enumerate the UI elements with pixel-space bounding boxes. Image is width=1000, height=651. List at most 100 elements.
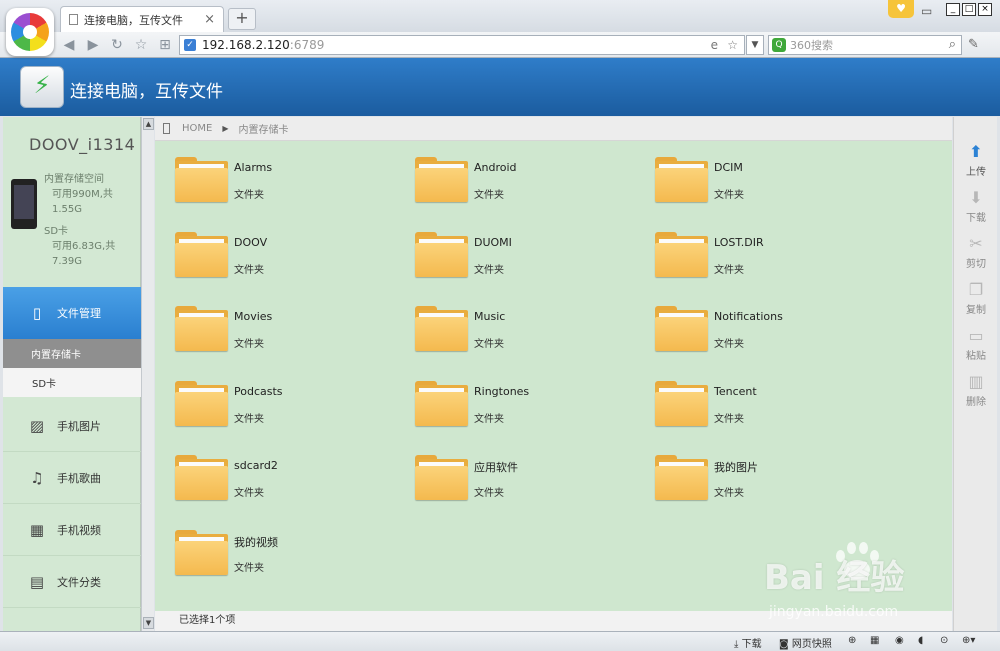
folder-name[interactable]: Music	[474, 310, 505, 323]
scroll-down-icon[interactable]: ▼	[143, 617, 154, 629]
tab-title: 连接电脑，互传文件	[84, 13, 183, 27]
upload-button[interactable]: ⬆ 上传	[954, 141, 998, 178]
folder-item[interactable]: 应用软件 文件夹	[395, 439, 615, 500]
download-button[interactable]: ⬇ 下载	[954, 187, 998, 224]
device-name: DOOV_i1314	[29, 135, 136, 154]
folder-name[interactable]: Podcasts	[234, 385, 283, 398]
folder-icon-front	[175, 392, 228, 426]
nav-file-manager[interactable]: ▯ 文件管理	[3, 287, 141, 339]
app-title: 连接电脑，互传文件	[70, 82, 223, 102]
browser-logo[interactable]	[6, 8, 54, 56]
folder-name[interactable]: DOOV	[234, 236, 267, 249]
tools-icon[interactable]: ✎	[968, 37, 979, 52]
browser-statusbar: ⤓ 下载 ◙ 网页快照 ⊕ ▦ ◉ ◖ ⊙ ⊕▾	[0, 631, 1000, 651]
zoom-icon[interactable]: ⊕▾	[962, 635, 975, 646]
music-note-icon: ♫	[30, 468, 44, 487]
sd-storage-label: SD卡	[44, 226, 69, 237]
folder-item[interactable]: DUOMI 文件夹	[395, 216, 615, 277]
address-dropdown-icon[interactable]: ▼	[746, 35, 764, 55]
minimize-icon[interactable]: _	[946, 3, 960, 16]
back-icon[interactable]: ◀	[60, 36, 78, 54]
folder-type: 文件夹	[474, 265, 504, 276]
copy-button[interactable]: ❐ 复制	[954, 279, 998, 316]
tab-close-icon[interactable]: ×	[204, 12, 215, 27]
browser-logo-icon	[11, 13, 49, 51]
folder-item[interactable]: sdcard2 文件夹	[155, 439, 375, 500]
paste-icon: ▭	[968, 326, 984, 345]
folder-item[interactable]: Podcasts 文件夹	[155, 365, 375, 426]
folder-name[interactable]: DCIM	[714, 161, 743, 174]
folder-item[interactable]: 我的图片 文件夹	[635, 439, 855, 500]
folder-item[interactable]: Music 文件夹	[395, 290, 615, 351]
accelerate-icon[interactable]: ⊕	[848, 635, 856, 646]
folder-icon-front	[655, 243, 708, 277]
close-window-icon[interactable]: ×	[978, 3, 992, 16]
favorite-icon[interactable]: ☆	[132, 36, 150, 54]
folder-name[interactable]: Notifications	[714, 310, 783, 323]
folder-item[interactable]: Movies 文件夹	[155, 290, 375, 351]
archive-box-icon: ▤	[29, 572, 45, 591]
delete-button[interactable]: ▥ 删除	[954, 371, 998, 408]
search-icon[interactable]: ⌕	[949, 37, 956, 52]
folder-icon-front	[415, 466, 468, 500]
security-icon[interactable]: ◉	[895, 635, 904, 646]
folder-name[interactable]: 应用软件	[474, 459, 518, 475]
statusbar-snapshot[interactable]: ◙ 网页快照	[779, 635, 832, 650]
folder-item[interactable]: 我的视频 文件夹	[155, 514, 375, 575]
nav-category[interactable]: ▤ 文件分类	[3, 556, 141, 608]
cut-button[interactable]: ✂ 剪切	[954, 233, 998, 270]
folder-item[interactable]: Ringtones 文件夹	[395, 365, 615, 426]
folder-item[interactable]: Android 文件夹	[395, 141, 615, 202]
maximize-icon[interactable]: □	[962, 3, 976, 16]
ie-mode-icon[interactable]: e	[711, 38, 718, 52]
watermark-brand: Bai 经验	[764, 558, 905, 598]
folder-type: 文件夹	[714, 339, 744, 350]
folder-name[interactable]: Ringtones	[474, 385, 529, 398]
statusbar-download[interactable]: ⤓ 下载	[734, 635, 762, 650]
folder-name[interactable]: 我的视频	[234, 534, 278, 550]
scroll-up-icon[interactable]: ▲	[143, 118, 154, 130]
skin-icon[interactable]: ♥	[888, 0, 914, 18]
folder-name[interactable]: Movies	[234, 310, 272, 323]
internal-storage-total: 1.55G	[52, 204, 83, 215]
sidebar-scrollbar[interactable]: ▲ ▼	[141, 117, 154, 631]
nav-music[interactable]: ♫ 手机歌曲	[3, 452, 141, 504]
address-bar[interactable]: ✓ 192.168.2.120 :6789 e ☆	[179, 35, 745, 55]
nav-sd-card[interactable]: SD卡	[3, 368, 141, 397]
internal-storage-info: 内置存储空间 可用990M,共 1.55G	[44, 172, 136, 217]
folder-name[interactable]: Tencent	[714, 385, 757, 398]
browser-titlebar: 连接电脑，互传文件 × + ♥ ▭ _ □ ×	[0, 0, 1000, 32]
folder-item[interactable]: Notifications 文件夹	[635, 290, 855, 351]
nav-internal-storage[interactable]: 内置存储卡	[3, 339, 141, 368]
address-host: 192.168.2.120	[202, 38, 290, 52]
folder-name[interactable]: 我的图片	[714, 459, 758, 475]
folder-item[interactable]: DCIM 文件夹	[635, 141, 855, 202]
breadcrumb-current[interactable]: 内置存储卡	[239, 121, 289, 136]
search-input[interactable]: Q 360搜索 ⌕	[768, 35, 962, 55]
folder-name[interactable]: sdcard2	[234, 459, 278, 472]
folder-item[interactable]: LOST.DIR 文件夹	[635, 216, 855, 277]
bookmark-star-icon[interactable]: ☆	[727, 38, 738, 52]
nav-photos[interactable]: ▨ 手机图片	[3, 400, 141, 452]
breadcrumb: HOME ▶ 内置存储卡	[155, 117, 952, 141]
breadcrumb-home[interactable]: HOME	[182, 123, 212, 134]
browser-tab[interactable]: 连接电脑，互传文件 ×	[60, 6, 224, 32]
refresh-icon[interactable]: ↻	[108, 36, 126, 54]
folder-item[interactable]: Alarms 文件夹	[155, 141, 375, 202]
folder-name[interactable]: LOST.DIR	[714, 236, 764, 249]
folder-name[interactable]: DUOMI	[474, 236, 512, 249]
film-icon: ▦	[29, 520, 45, 539]
forward-icon[interactable]: ▶	[84, 36, 102, 54]
zoom-reset-icon[interactable]: ⊙	[940, 635, 948, 646]
new-tab-button[interactable]: +	[228, 8, 256, 30]
nav-video[interactable]: ▦ 手机视频	[3, 504, 141, 556]
folder-name[interactable]: Android	[474, 161, 517, 174]
folder-item[interactable]: Tencent 文件夹	[635, 365, 855, 426]
home-grid-icon[interactable]: ⊞	[156, 36, 174, 54]
sound-icon[interactable]: ◖	[918, 635, 923, 646]
menu-icon[interactable]: ▭	[921, 4, 932, 18]
cleanup-icon[interactable]: ▦	[870, 635, 879, 646]
folder-item[interactable]: DOOV 文件夹	[155, 216, 375, 277]
paste-button[interactable]: ▭ 粘贴	[954, 325, 998, 362]
folder-name[interactable]: Alarms	[234, 161, 272, 174]
